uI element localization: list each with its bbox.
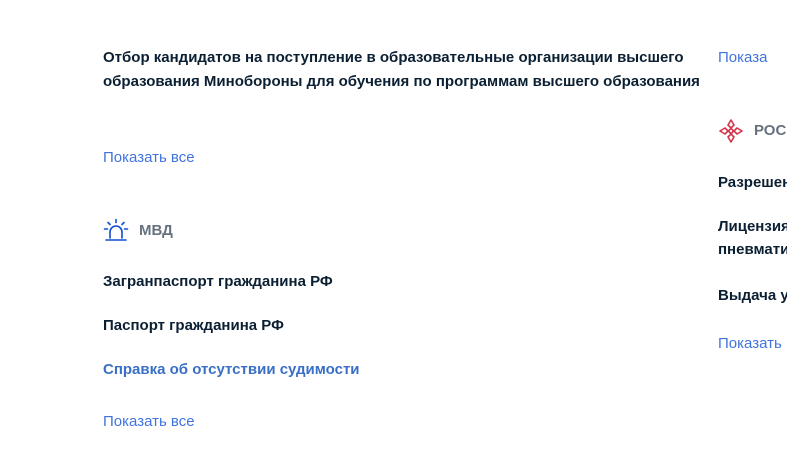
siren-icon bbox=[103, 218, 129, 241]
show-all-link-top[interactable]: Показать все bbox=[103, 148, 195, 168]
service-license-line2[interactable]: пневмати bbox=[718, 238, 787, 262]
rosgvardia-icon-wrap bbox=[718, 118, 744, 149]
mvd-icon bbox=[103, 218, 129, 249]
service-foreign-passport[interactable]: Загранпаспорт гражданина РФ bbox=[103, 270, 333, 294]
show-all-link-right[interactable]: Показать bbox=[718, 334, 782, 354]
service-internal-passport[interactable]: Паспорт гражданина РФ bbox=[103, 314, 284, 338]
right-column: Показа РОС Разрешен Лицензия пневмати Вы… bbox=[718, 0, 787, 464]
mvd-heading: МВД bbox=[139, 222, 173, 239]
service-issuance[interactable]: Выдача у bbox=[718, 284, 787, 308]
service-military-education-selection[interactable]: Отбор кандидатов на поступление в образо… bbox=[103, 46, 703, 94]
show-all-link-mvd[interactable]: Показать все bbox=[103, 412, 195, 432]
service-criminal-record-certificate[interactable]: Справка об отсутствии судимости bbox=[103, 360, 360, 380]
show-all-link-right-top[interactable]: Показа bbox=[718, 48, 767, 68]
service-permit[interactable]: Разрешен bbox=[718, 171, 787, 195]
rosgvardia-emblem-icon bbox=[719, 119, 743, 143]
service-license[interactable]: Лицензия bbox=[718, 215, 787, 239]
ros-heading: РОС bbox=[754, 122, 787, 139]
